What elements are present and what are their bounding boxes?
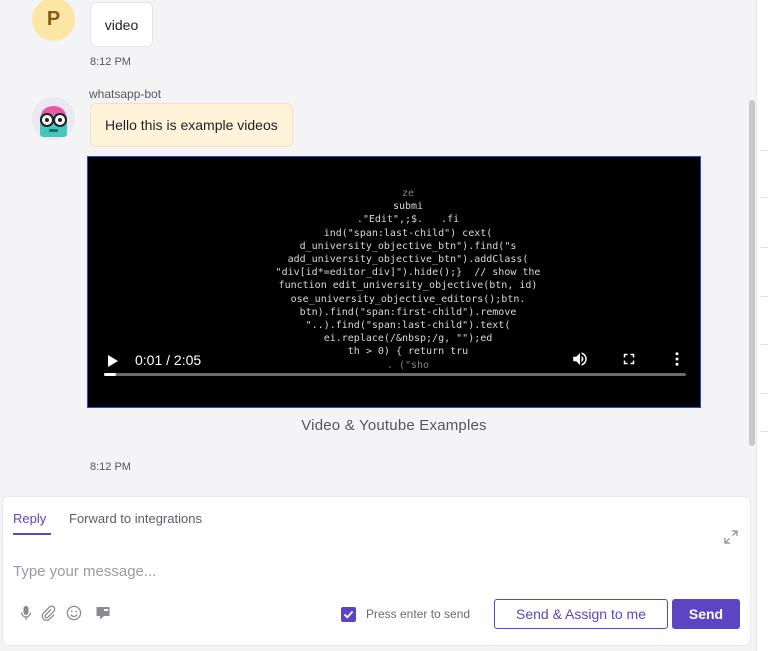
- message-time: 8:12 PM: [90, 56, 131, 68]
- message-text: Hello this is example videos: [105, 117, 278, 133]
- send-and-assign-button[interactable]: Send & Assign to me: [494, 599, 668, 629]
- avatar[interactable]: P: [32, 0, 75, 41]
- divider: [761, 296, 768, 297]
- conversation-panel: P video 8:12 PM whatsapp-bot Hello this …: [0, 0, 756, 490]
- tab-reply[interactable]: Reply: [13, 511, 46, 526]
- message-bubble: Hello this is example videos: [90, 103, 293, 147]
- video-frame-line: ose_university_objective_editors();btn.: [290, 293, 526, 305]
- video-frame-line: function edit_university_objective(btn, …: [278, 280, 538, 292]
- video-frame-line: "..).find("span:last-child").text(: [305, 320, 511, 332]
- video-frame-line: ei.replace(/&nbsp;/g, "");ed: [323, 333, 493, 345]
- reply-box: Reply Forward to integrations Press ente…: [2, 496, 751, 646]
- bot-avatar[interactable]: [32, 97, 75, 140]
- message-text: video: [104, 16, 139, 33]
- microphone-icon[interactable]: [18, 605, 34, 621]
- chat-scrollbar[interactable]: [749, 100, 755, 446]
- fullscreen-icon[interactable]: [620, 350, 638, 368]
- volume-icon[interactable]: [571, 350, 589, 368]
- play-icon[interactable]: [108, 355, 118, 367]
- canned-response-icon[interactable]: [95, 605, 111, 621]
- avatar-letter: P: [46, 8, 61, 30]
- press-enter-checkbox[interactable]: [341, 607, 356, 622]
- video-frame-line: "div[id*=editor_div]").hide();} // show …: [275, 267, 541, 279]
- video-frame-line: btn).find("span:first-child").remove: [299, 306, 517, 318]
- message-input[interactable]: [13, 559, 713, 583]
- divider: [761, 431, 768, 432]
- active-tab-indicator: [13, 533, 51, 535]
- video-frame-line: ze: [401, 188, 415, 199]
- right-edge-panel: [756, 0, 768, 651]
- video-frame-line: submi: [392, 201, 424, 213]
- divider: [761, 393, 768, 394]
- video-time: 0:01 / 2:05: [135, 352, 202, 368]
- divider: [761, 247, 768, 248]
- emoji-icon[interactable]: [66, 605, 82, 621]
- bot-face-icon: [32, 97, 75, 140]
- video-frame: ze submi ."Edit",;$. .fi ind("span:last-chi…: [238, 187, 578, 372]
- paperclip-icon[interactable]: [40, 605, 56, 621]
- checkmark-icon: [343, 610, 354, 619]
- video-frame-line: ."Edit",;$. .fi: [356, 214, 460, 226]
- expand-icon[interactable]: [724, 530, 738, 544]
- video-caption: Video & Youtube Examples: [301, 417, 487, 434]
- divider: [761, 197, 768, 198]
- press-enter-label: Press enter to send: [366, 607, 471, 621]
- video-controls: 0:01 / 2:05: [88, 347, 700, 407]
- video-frame-line: d_university_objective_btn").find("s: [299, 240, 517, 252]
- message-bubble: video: [90, 2, 153, 47]
- message-time: 8:12 PM: [90, 461, 131, 473]
- video-frame-line: ind("span:last-child") cext(: [323, 227, 493, 239]
- divider: [761, 150, 768, 151]
- video-frame-line: add_university_objective_btn").addClass(: [287, 254, 529, 266]
- tab-forward-to-integrations[interactable]: Forward to integrations: [69, 511, 202, 526]
- video-player[interactable]: ze submi ."Edit",;$. .fi ind("span:last-chi…: [87, 156, 701, 408]
- sender-name: whatsapp-bot: [89, 87, 162, 101]
- video-progress-fill: [104, 373, 116, 376]
- more-options-icon[interactable]: [668, 350, 686, 368]
- video-progress-bar[interactable]: [104, 373, 686, 376]
- divider: [761, 344, 768, 345]
- send-button[interactable]: Send: [672, 599, 740, 629]
